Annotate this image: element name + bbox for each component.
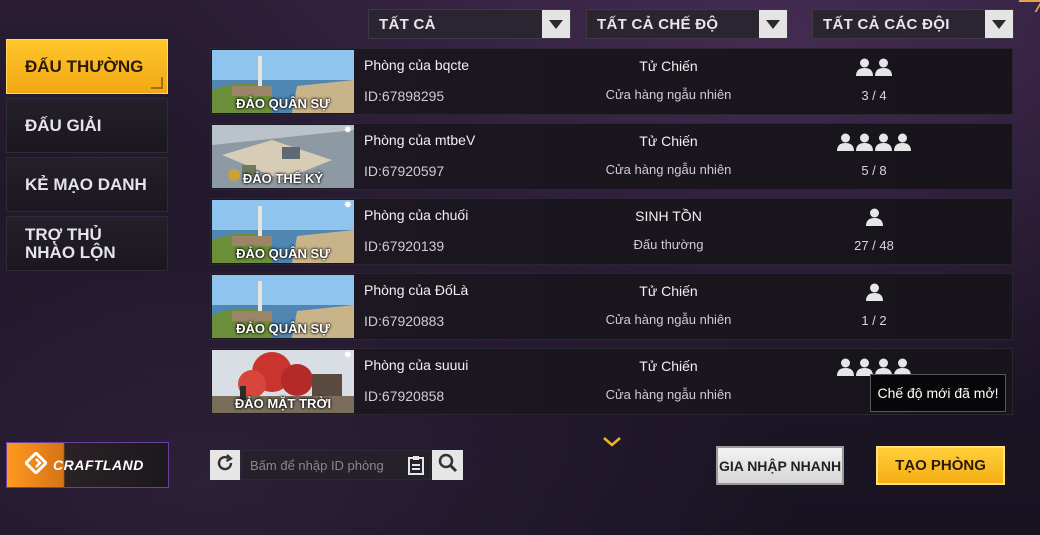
map-thumbnail: ĐẢO QUÂN SỰ [212, 50, 354, 113]
chevron-down-icon[interactable] [603, 434, 621, 452]
player-count: 3 / 4 [861, 88, 887, 103]
person-icon [837, 358, 854, 376]
filter-all-dropdown[interactable]: TẤT CẢ [368, 9, 571, 39]
tab-label: ĐẤU GIẢI [25, 115, 102, 135]
player-icons [794, 58, 954, 76]
player-count: 1 / 2 [861, 313, 887, 328]
player-count: 27 / 48 [854, 238, 894, 253]
chevron-down-icon[interactable] [759, 10, 787, 38]
filter-team-label: TẤT CẢ CÁC ĐỘI [823, 15, 950, 33]
room-id: ID:67920139 [364, 238, 445, 254]
map-thumbnail: ĐẢO QUÂN SỰ [212, 275, 354, 338]
map-thumbnail: ✸ ĐẢO MẶT TRỜI [212, 350, 354, 413]
filter-all-label: TẤT CẢ [379, 15, 436, 33]
room-row[interactable]: ĐẢO QUÂN SỰ Phòng của ĐốLà ID:67920883 T… [210, 273, 1013, 340]
clipboard-icon[interactable] [408, 455, 424, 480]
tab-label: TRỢ THỦ NHÀO LỘN [25, 224, 116, 262]
room-id: ID:67898295 [364, 88, 445, 104]
new-badge-icon: ✸ [343, 350, 352, 361]
shop-setting: Cửa hàng ngẫu nhiên [605, 312, 732, 327]
tab-ke-mao-danh[interactable]: KẺ MẠO DANH [6, 157, 168, 212]
person-icon [837, 133, 854, 151]
tab-tro-thu-nhao-lon[interactable]: TRỢ THỦ NHÀO LỘN [6, 216, 168, 271]
room-name: Phòng của suuui [364, 357, 469, 373]
refresh-button[interactable] [210, 450, 240, 480]
shop-setting: Cửa hàng ngẫu nhiên [605, 387, 732, 402]
chevron-down-icon[interactable] [542, 10, 570, 38]
tab-dau-thuong[interactable]: ĐẤU THƯỜNG [6, 39, 168, 94]
map-name: ĐẢO THẾ KỶ [242, 171, 324, 186]
tab-label: ĐẤU THƯỜNG [25, 56, 144, 76]
filter-team-dropdown[interactable]: TẤT CẢ CÁC ĐỘI [812, 9, 1014, 39]
filter-mode-dropdown[interactable]: TẤT CẢ CHẾ ĐỘ [586, 9, 788, 39]
player-icons [794, 283, 954, 301]
map-thumbnail: ✸ ĐẢO THẾ KỶ [212, 125, 354, 188]
new-mode-tooltip: Chế độ mới đã mở! [870, 374, 1006, 412]
craftland-logo-icon [23, 450, 49, 479]
new-badge-icon: ✸ [343, 125, 352, 136]
tab-corner-decoration [151, 77, 163, 89]
tooltip-text: Chế độ mới đã mở! [877, 385, 999, 401]
shop-setting: Cửa hàng ngẫu nhiên [605, 87, 732, 102]
room-row[interactable]: ✸ ĐẢO THẾ KỶ Phòng của mtbeV ID:67920597… [210, 123, 1013, 190]
game-mode: Tử Chiến [639, 358, 698, 374]
room-name: Phòng của ĐốLà [364, 282, 469, 298]
person-icon [894, 133, 911, 151]
map-name: ĐẢO QUÂN SỰ [236, 321, 330, 336]
person-icon [865, 208, 883, 226]
room-id-search-field[interactable] [241, 450, 431, 480]
room-name: Phòng của mtbeV [364, 132, 476, 148]
tab-label: KẺ MẠO DANH [25, 174, 147, 194]
room-name: Phòng của chuối [364, 207, 469, 223]
game-mode: SINH TỒN [635, 208, 702, 224]
room-name: Phòng của bqcte [364, 57, 470, 73]
map-name: ĐẢO QUÂN SỰ [236, 96, 330, 111]
person-icon [865, 283, 883, 301]
chevron-down-icon[interactable] [985, 10, 1013, 38]
person-icon [856, 133, 873, 151]
map-name: ĐẢO MẶT TRỜI [234, 396, 332, 411]
craftland-button[interactable]: CRAFTLAND [6, 442, 169, 488]
player-icons [794, 133, 954, 151]
room-id: ID:67920597 [364, 163, 445, 179]
game-mode: Tử Chiến [639, 283, 698, 299]
search-icon [438, 453, 458, 478]
search-button[interactable] [432, 450, 463, 480]
room-row[interactable]: ✸ ĐẢO QUÂN SỰ Phòng của chuối ID:6792013… [210, 198, 1013, 265]
game-mode: Tử Chiến [639, 133, 698, 149]
room-id: ID:67920883 [364, 313, 445, 329]
person-icon [875, 58, 892, 76]
craftland-label: CRAFTLAND [53, 457, 144, 473]
filter-mode-label: TẤT CẢ CHẾ ĐỘ [597, 15, 719, 33]
person-icon [875, 133, 892, 151]
refresh-icon [216, 453, 234, 477]
person-icon [856, 58, 873, 76]
shop-setting: Đấu thường [633, 237, 704, 252]
game-mode: Tử Chiến [639, 58, 698, 74]
player-icons [794, 208, 954, 226]
map-name: ĐẢO QUÂN SỰ [236, 246, 330, 261]
quick-join-button[interactable]: GIA NHẬP NHANH [716, 446, 844, 485]
tab-dau-giai[interactable]: ĐẤU GIẢI [6, 98, 168, 153]
room-row[interactable]: ĐẢO QUÂN SỰ Phòng của bqcte ID:67898295 … [210, 48, 1013, 115]
room-id-input[interactable] [242, 451, 397, 479]
new-badge-icon: ✸ [343, 200, 352, 211]
shop-setting: Cửa hàng ngẫu nhiên [605, 162, 732, 177]
create-room-button[interactable]: TẠO PHÒNG [876, 446, 1005, 485]
room-id: ID:67920858 [364, 388, 445, 404]
player-count: 5 / 8 [861, 163, 887, 178]
map-thumbnail: ✸ ĐẢO QUÂN SỰ [212, 200, 354, 263]
